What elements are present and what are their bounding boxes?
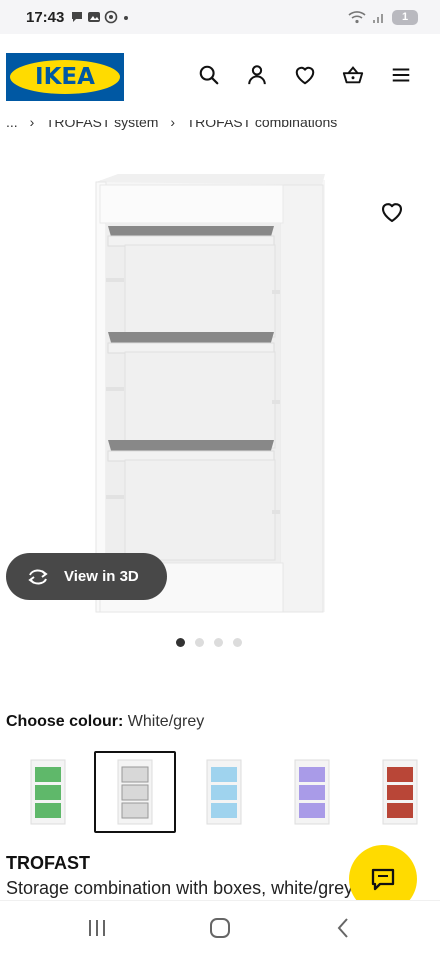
user-icon[interactable]: [246, 64, 268, 86]
recents-button[interactable]: [82, 915, 112, 941]
breadcrumb-separator: ›: [29, 120, 35, 130]
breadcrumb-item-combinations[interactable]: TROFAST combinations: [187, 120, 338, 130]
recents-icon: [89, 920, 105, 936]
swatch-thumbnail: [30, 759, 66, 825]
ikea-logo[interactable]: IKEA: [6, 53, 124, 101]
gallery-dot[interactable]: [233, 638, 242, 647]
basket-icon[interactable]: [342, 64, 364, 86]
breadcrumb-ellipsis[interactable]: ...: [6, 120, 18, 130]
product-description: Storage combination with boxes, white/gr…: [6, 878, 354, 898]
swatch-thumbnail: [294, 759, 330, 825]
swatch-green[interactable]: [7, 751, 89, 833]
site-header: IKEA: [0, 34, 440, 120]
colour-swatches: [0, 751, 440, 835]
swatch-thumbnail: [206, 759, 242, 825]
breadcrumb-separator: ›: [170, 120, 175, 130]
status-bar: 17:43 1: [0, 0, 440, 34]
status-time: 17:43: [26, 8, 65, 26]
battery-icon: 1: [392, 9, 418, 25]
home-button[interactable]: [205, 915, 235, 941]
logo-text: IKEA: [10, 60, 120, 94]
breadcrumb: ... › TROFAST system › TROFAST combinati…: [6, 120, 337, 132]
gallery-pagination: [176, 638, 242, 647]
swatch-red[interactable]: [359, 751, 440, 833]
back-button[interactable]: [328, 915, 358, 941]
dot-icon: [124, 16, 129, 20]
swatch-white-grey[interactable]: [94, 751, 176, 833]
gallery-dot[interactable]: [214, 638, 223, 647]
product-name: TROFAST: [6, 853, 90, 873]
swatch-light-blue[interactable]: [183, 751, 265, 833]
colour-label: Choose colour:: [6, 713, 124, 730]
swatch-thumbnail: [117, 759, 153, 825]
heart-outline-icon[interactable]: [380, 200, 404, 224]
gallery-dot[interactable]: [195, 638, 204, 647]
swatch-thumbnail: [382, 759, 418, 825]
back-icon: [337, 918, 348, 938]
header-actions: [198, 64, 412, 86]
signal-icon: [373, 14, 383, 23]
wifi-icon: [348, 11, 366, 24]
photos-notification-icon: [88, 12, 101, 22]
breadcrumb-item-system[interactable]: TROFAST system: [46, 120, 159, 130]
chat-notification-icon: [72, 12, 83, 22]
rotate-3d-icon: [28, 569, 48, 584]
view-in-3d-label: View in 3D: [64, 568, 139, 585]
heart-icon[interactable]: [294, 64, 316, 86]
search-icon[interactable]: [198, 64, 220, 86]
system-navigation-bar: [0, 900, 440, 955]
chat-icon: [371, 868, 395, 891]
view-in-3d-button[interactable]: View in 3D: [6, 553, 167, 600]
gallery-dot[interactable]: [176, 638, 185, 647]
sync-notification-icon: [105, 10, 118, 24]
colour-selection: Choose colour: White/grey: [6, 713, 204, 731]
status-notification-icons: [70, 10, 131, 24]
menu-icon[interactable]: [390, 64, 412, 86]
colour-value: White/grey: [127, 713, 205, 730]
swatch-lilac[interactable]: [271, 751, 353, 833]
home-icon: [210, 918, 230, 938]
